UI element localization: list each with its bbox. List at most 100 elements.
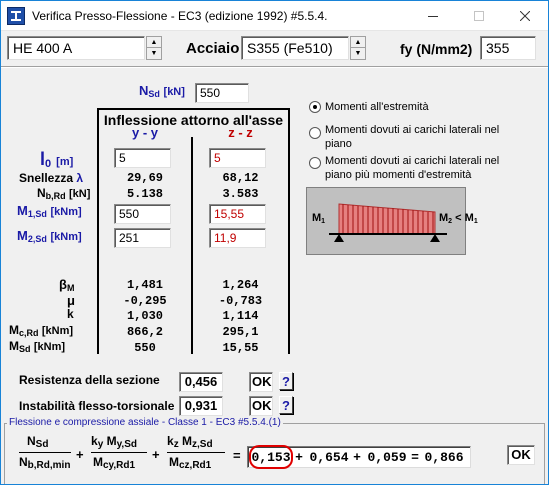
l0-zz-field[interactable]: 5	[209, 148, 266, 168]
diagram-lt: <	[455, 212, 462, 224]
main-window: Verifica Presso-Flessione - EC3 (edizion…	[0, 0, 549, 485]
lambda-symbol: λ	[76, 171, 84, 185]
option-lateral-loads-radio[interactable]	[309, 127, 321, 139]
m1sd-yy-field[interactable]: 550	[114, 204, 171, 224]
fy-label: fy (N/mm2)	[400, 41, 473, 57]
f3-numerator: kz Mz,Sd	[167, 434, 225, 450]
resistenza-value: 0,456	[179, 372, 223, 392]
formula-term3-fraction: kz Mz,Sd Mcz,Rd1	[167, 434, 225, 471]
mcrd-yy: 866,2	[126, 325, 163, 339]
f2-num-sub: y,Sd	[116, 439, 137, 450]
steel-field[interactable]: S355 (Fe510)	[241, 36, 349, 60]
nsd-field[interactable]: 550	[195, 83, 249, 103]
app-i-beam-icon	[7, 7, 25, 25]
msd-label-main: M	[9, 339, 19, 353]
diagram-m1-label: M1	[312, 212, 325, 225]
formula-equals: =	[233, 448, 241, 463]
formula-equals-2: =	[411, 450, 419, 465]
profile-field[interactable]: HE 400 A	[7, 36, 145, 60]
nsd-label-sub: Sd	[148, 89, 160, 99]
col-zz-header: z - z	[228, 125, 253, 140]
formula-plus-1: +	[76, 447, 84, 462]
m1sd-label-sub: 1,Sd	[27, 209, 47, 219]
diagram-m2-sub: 2	[448, 218, 453, 225]
f3-den-main: M	[169, 455, 179, 469]
f2-fraction-line	[91, 452, 147, 453]
minimize-icon[interactable]	[410, 1, 456, 31]
f1-denominator: Nb,Rd,min	[19, 455, 71, 471]
formula-ok: OK	[507, 445, 535, 465]
m1sd-unit: [kNm]	[50, 206, 82, 218]
close-icon[interactable]	[502, 1, 548, 31]
mcrd-label: Mc,Rd [kNm]	[9, 323, 73, 338]
nsd-label: NSd [kN]	[139, 83, 185, 99]
window-title: Verifica Presso-Flessione - EC3 (edizion…	[32, 9, 328, 23]
formula-plus-2: +	[152, 447, 160, 462]
mcrd-zz: 295,1	[222, 325, 259, 339]
k-label: k	[67, 307, 74, 321]
f2-k: k	[91, 434, 98, 448]
snellezza-zz: 68,12	[222, 171, 259, 185]
m1sd-label: M1,Sd [kNm]	[17, 203, 82, 219]
snellezza-yy: 29,69	[126, 171, 163, 185]
spin-up-icon[interactable]: ▲	[147, 37, 161, 48]
diagram-m2-label: M2 < M1	[439, 212, 478, 225]
moment-diagram: M1 M2 < M1	[306, 187, 478, 255]
instabilita-help-button[interactable]: ?	[279, 396, 293, 414]
option-lateral-loads-label[interactable]: Momenti dovuti ai carichi laterali nel p…	[325, 123, 510, 151]
option-end-moments-radio[interactable]	[309, 101, 321, 113]
spin-down-icon[interactable]: ▼	[351, 48, 365, 59]
formula-plus-4: +	[353, 450, 361, 465]
nbrd-unit: [kN]	[69, 188, 91, 200]
profile-spinner[interactable]: ▲ ▼	[146, 36, 162, 60]
betam-label: βM	[59, 277, 74, 293]
maximize-icon	[456, 1, 502, 31]
l0-label: l0 [m]	[40, 149, 73, 170]
col-yy-header: y - y	[131, 125, 158, 140]
resistenza-label: Resistenza della sezione	[19, 373, 160, 387]
msd-label-sub: Sd	[19, 344, 31, 354]
formula-result-value: 0,866	[424, 450, 464, 465]
m2sd-label: M2,Sd [kNm]	[17, 228, 82, 244]
betam-yy: 1,481	[126, 278, 163, 292]
f3-denominator: Mcz,Rd1	[167, 455, 225, 471]
nbrd-label: Nb,Rd [kN]	[37, 186, 90, 201]
f3-k: k	[167, 434, 174, 448]
steel-spinner[interactable]: ▲ ▼	[350, 36, 366, 60]
nbrd-label-sub: b,Rd	[45, 191, 66, 201]
mu-label: μ	[67, 293, 75, 308]
instabilita-ok: OK	[249, 396, 273, 416]
m2sd-zz-field[interactable]: 11,9	[209, 228, 266, 248]
option-end-moments-label[interactable]: Momenti all'estremità	[325, 100, 525, 114]
f3-num-sub: z,Sd	[192, 439, 213, 450]
l0-yy-field[interactable]: 5	[114, 148, 171, 168]
divider	[1, 67, 548, 68]
formula-term1-fraction: NSd Nb,Rd,min	[19, 434, 71, 471]
betam-zz: 1,264	[222, 278, 259, 292]
f3-num-main: M	[182, 434, 193, 448]
snellezza-label: Snellezza λ	[19, 171, 83, 185]
diagram-m1-sub: 1	[321, 218, 326, 225]
f3-k-sub: z	[173, 439, 179, 450]
mcrd-unit: [kNm]	[41, 325, 74, 337]
fy-field[interactable]: 355	[480, 36, 536, 60]
betam-label-main: β	[59, 277, 67, 292]
f2-numerator: ky My,Sd	[91, 434, 147, 450]
option-combined-radio[interactable]	[309, 157, 321, 169]
nbrd-yy: 5.138	[126, 187, 163, 201]
f1-num-sub: Sd	[35, 439, 49, 450]
m2sd-label-sub: 2,Sd	[27, 234, 47, 244]
formula-term1-value: 0,153	[251, 450, 291, 465]
m1sd-zz-field[interactable]: 15,55	[209, 204, 266, 224]
f2-den-sub: cy,Rd1	[103, 460, 136, 471]
nbrd-label-main: N	[37, 186, 46, 200]
m2sd-label-main: M	[17, 228, 28, 243]
spin-up-icon[interactable]: ▲	[351, 37, 365, 48]
option-combined-label[interactable]: Momenti dovuti ai carichi laterali nel p…	[325, 154, 515, 182]
resistenza-help-button[interactable]: ?	[279, 372, 293, 390]
spin-down-icon[interactable]: ▼	[147, 48, 161, 59]
table-right-border	[288, 108, 290, 354]
f3-fraction-line	[167, 452, 225, 453]
m2sd-yy-field[interactable]: 251	[114, 228, 171, 248]
betam-label-sub: M	[66, 283, 75, 293]
